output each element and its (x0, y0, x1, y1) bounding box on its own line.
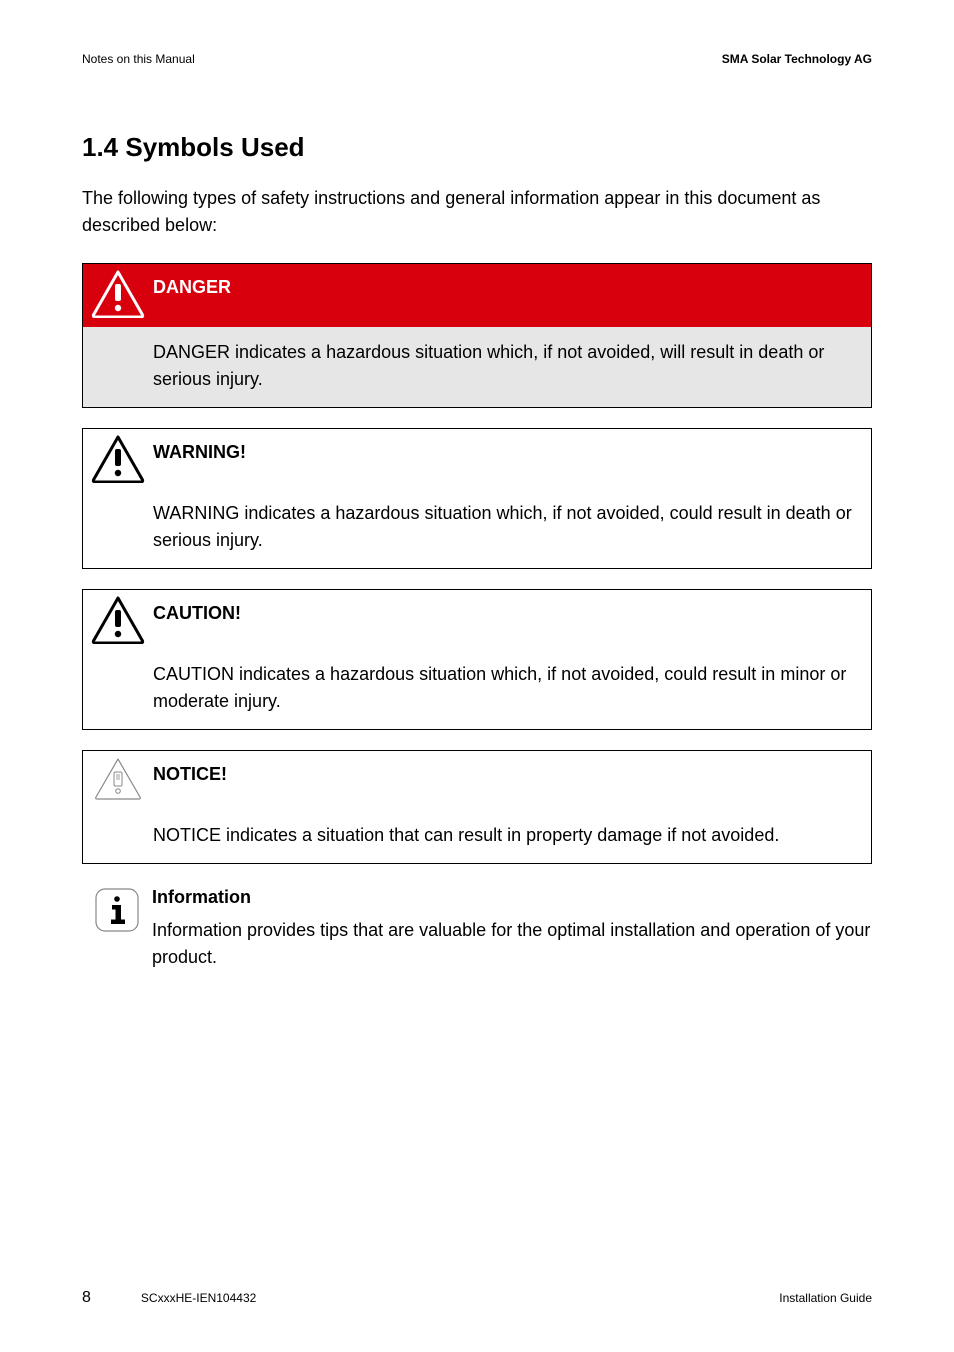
danger-title: DANGER (153, 264, 871, 327)
information-icon (93, 886, 141, 934)
danger-icon-cell (83, 264, 153, 324)
notice-header: NOTICE! (83, 751, 871, 816)
warning-triangle-icon (91, 435, 145, 483)
footer-doc-type: Installation Guide (779, 1289, 872, 1307)
warning-triangle-danger-icon (91, 270, 145, 318)
caution-triangle-icon (91, 596, 145, 644)
warning-title: WARNING! (153, 429, 871, 494)
danger-body: DANGER indicates a hazardous situation w… (83, 327, 871, 407)
section-heading: 1.4 Symbols Used (82, 128, 872, 167)
footer-left: 8 SCxxxHE-IEN104432 (82, 1286, 256, 1310)
notice-title: NOTICE! (153, 751, 871, 816)
document-id: SCxxxHE-IEN104432 (141, 1289, 256, 1307)
caution-icon-cell (83, 590, 153, 650)
warning-body: WARNING indicates a hazardous situation … (83, 494, 871, 568)
warning-box: WARNING! WARNING indicates a hazardous s… (82, 428, 872, 569)
information-block: Information Information provides tips th… (82, 884, 872, 971)
notice-box: NOTICE! NOTICE indicates a situation tha… (82, 750, 872, 864)
information-body: Information provides tips that are valua… (152, 917, 872, 971)
notice-body: NOTICE indicates a situation that can re… (83, 816, 871, 863)
danger-header: DANGER (83, 264, 871, 327)
notice-icon-cell (83, 751, 153, 807)
information-icon-cell (82, 884, 152, 934)
danger-box: DANGER DANGER indicates a hazardous situ… (82, 263, 872, 408)
warning-header: WARNING! (83, 429, 871, 494)
caution-header: CAUTION! (83, 590, 871, 655)
caution-body: CAUTION indicates a hazardous situation … (83, 655, 871, 729)
header-section-title: Notes on this Manual (82, 50, 195, 68)
page-number: 8 (82, 1286, 91, 1310)
caution-box: CAUTION! CAUTION indicates a hazardous s… (82, 589, 872, 730)
caution-title: CAUTION! (153, 590, 871, 655)
header-company: SMA Solar Technology AG (722, 50, 872, 68)
page-footer: 8 SCxxxHE-IEN104432 Installation Guide (82, 1286, 872, 1310)
intro-paragraph: The following types of safety instructio… (82, 185, 872, 239)
notice-triangle-icon (93, 757, 143, 801)
information-title: Information (152, 884, 872, 911)
warning-icon-cell (83, 429, 153, 489)
information-text: Information Information provides tips th… (152, 884, 872, 971)
page-header: Notes on this Manual SMA Solar Technolog… (82, 50, 872, 68)
